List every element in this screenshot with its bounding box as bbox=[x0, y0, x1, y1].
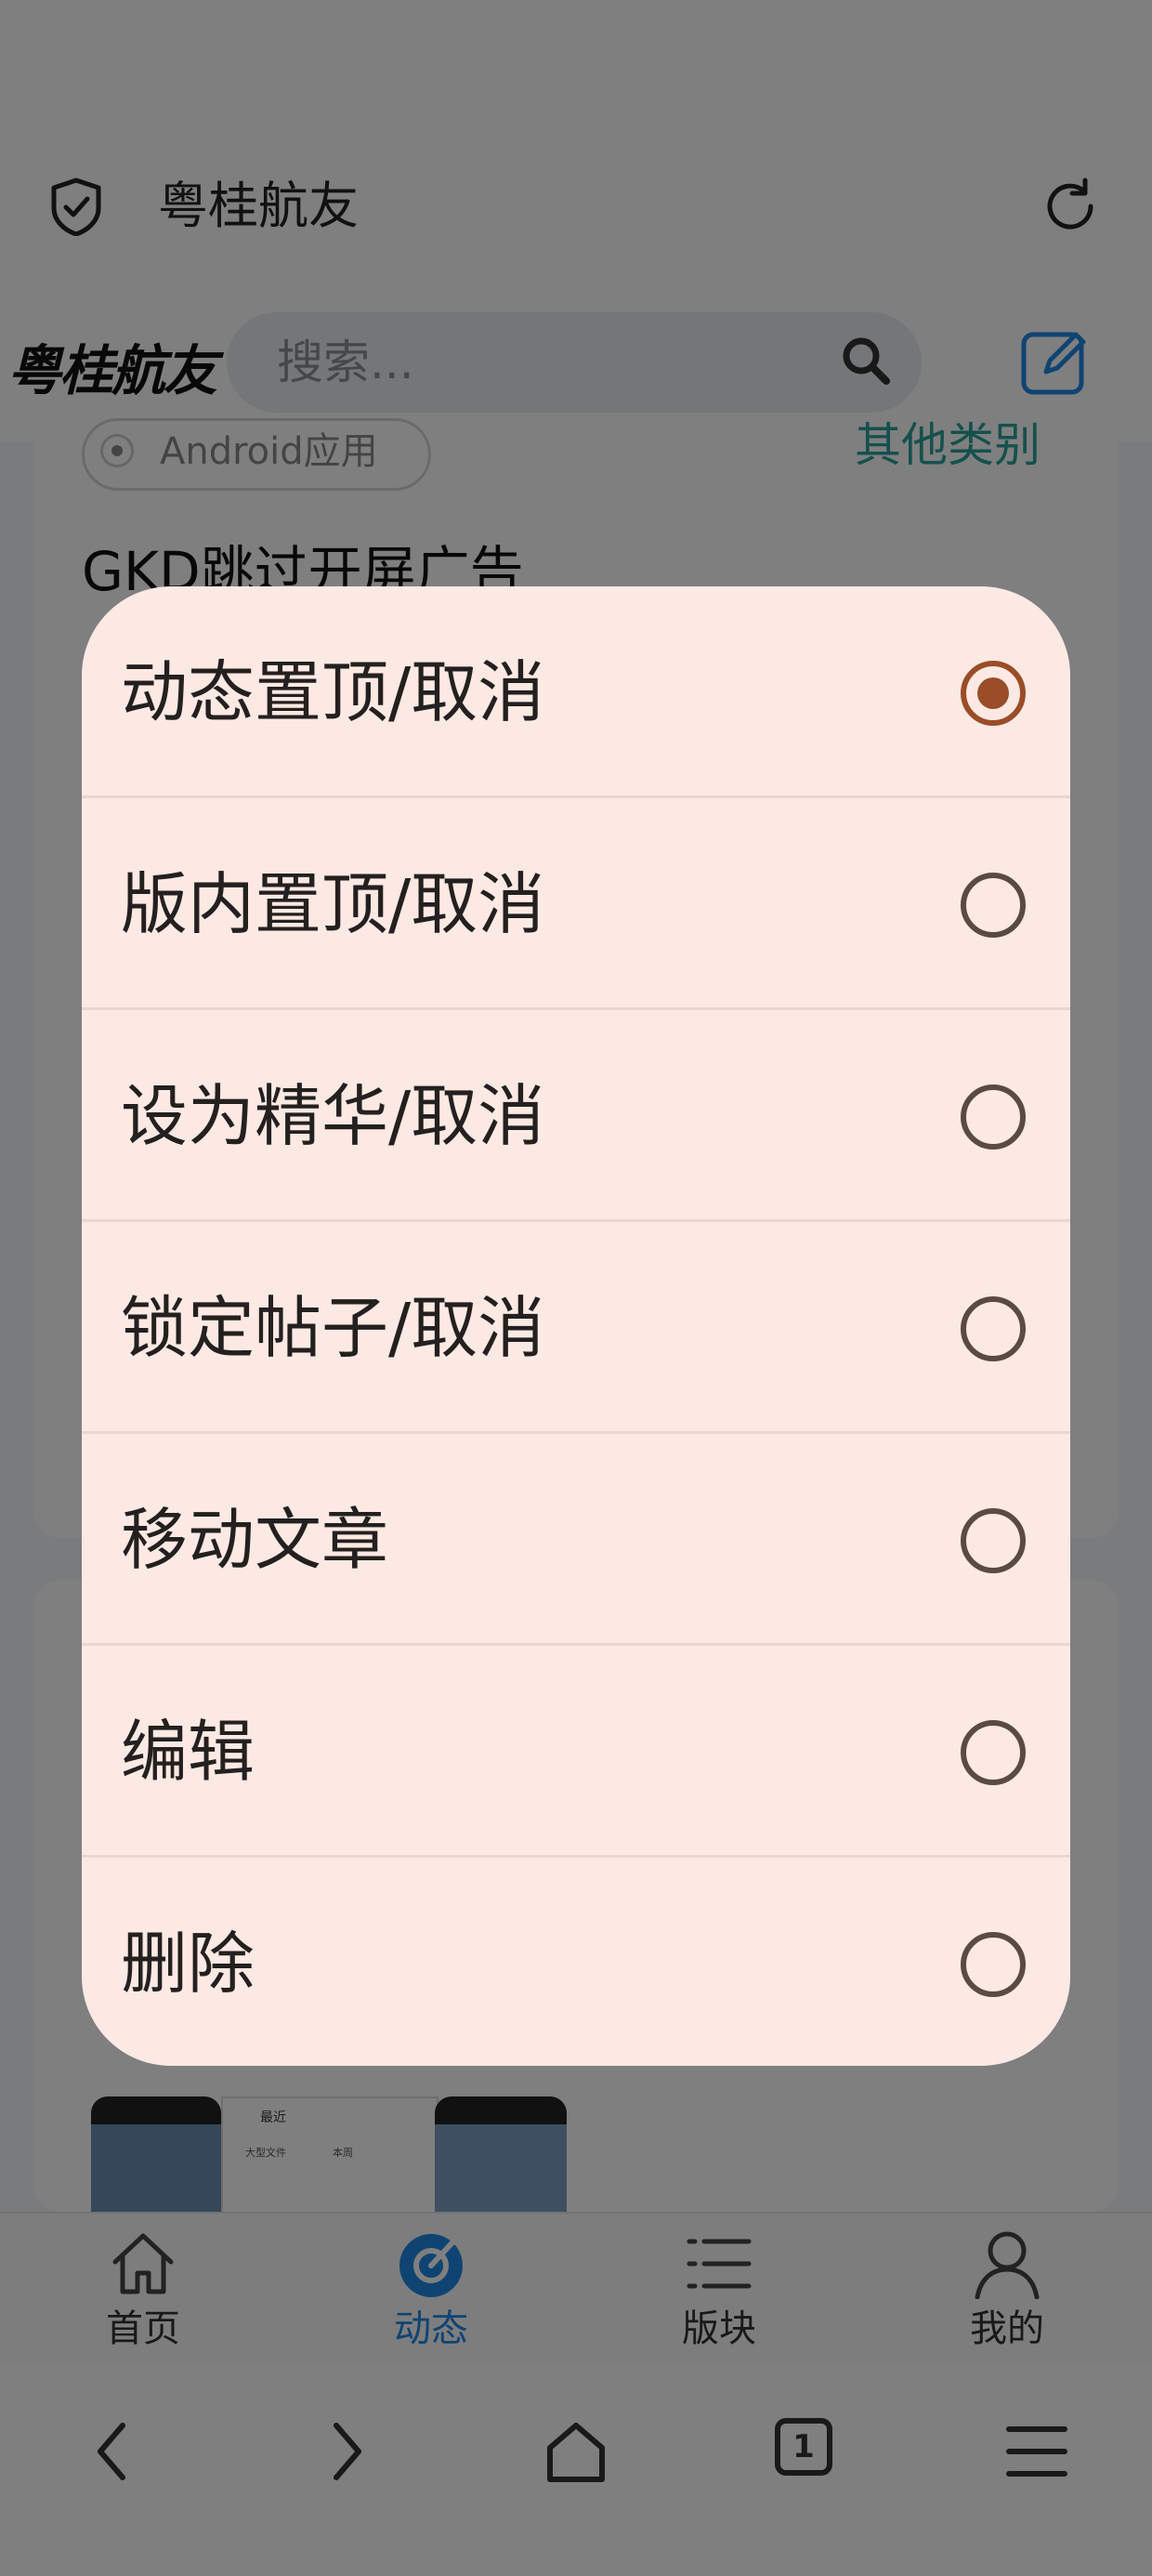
option-label: 设为精华/取消 bbox=[121, 1077, 545, 1155]
option-label: 锁定帖子/取消 bbox=[121, 1289, 545, 1367]
option-label: 移动文章 bbox=[121, 1501, 389, 1579]
radio-unselected-icon[interactable] bbox=[961, 1508, 1026, 1573]
radio-unselected-icon[interactable] bbox=[961, 1720, 1026, 1785]
option-delete[interactable]: 删除 bbox=[82, 1858, 1070, 2066]
option-move-article[interactable]: 移动文章 bbox=[82, 1434, 1070, 1646]
option-pin-feed[interactable]: 动态置顶/取消 bbox=[82, 586, 1070, 798]
option-label: 动态置顶/取消 bbox=[121, 653, 545, 731]
post-actions-dialog: 动态置顶/取消 版内置顶/取消 设为精华/取消 锁定帖子/取消 移动文章 编辑 … bbox=[82, 586, 1070, 2066]
option-set-featured[interactable]: 设为精华/取消 bbox=[82, 1010, 1070, 1222]
radio-unselected-icon[interactable] bbox=[961, 1932, 1026, 1997]
option-pin-board[interactable]: 版内置顶/取消 bbox=[82, 798, 1070, 1010]
option-lock-post[interactable]: 锁定帖子/取消 bbox=[82, 1222, 1070, 1434]
option-label: 编辑 bbox=[121, 1713, 255, 1791]
option-label: 版内置顶/取消 bbox=[121, 865, 545, 943]
radio-unselected-icon[interactable] bbox=[961, 1296, 1026, 1361]
radio-selected-icon[interactable] bbox=[961, 661, 1026, 726]
radio-unselected-icon[interactable] bbox=[961, 1084, 1026, 1150]
option-edit[interactable]: 编辑 bbox=[82, 1646, 1070, 1858]
option-label: 删除 bbox=[121, 1925, 255, 2003]
radio-unselected-icon[interactable] bbox=[961, 873, 1026, 938]
